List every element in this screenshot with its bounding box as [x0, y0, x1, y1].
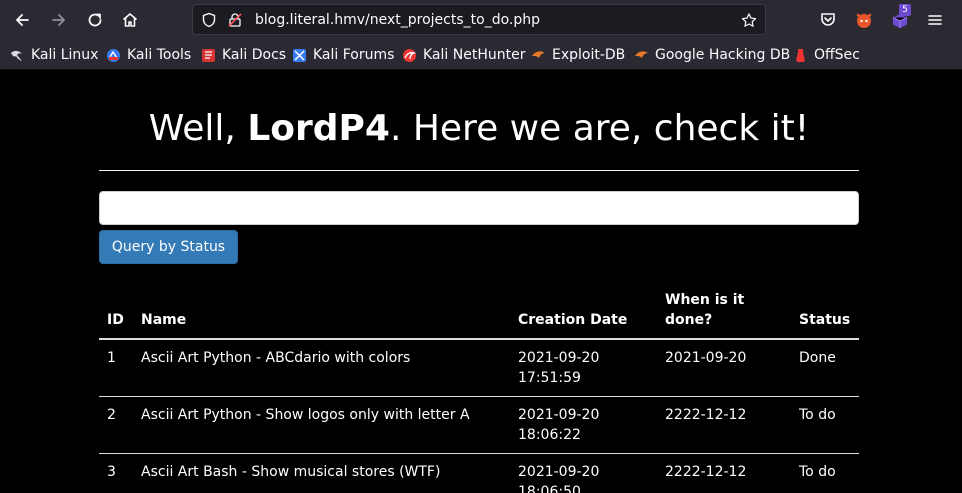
cell-creation-date: 2021-09-20 18:06:22	[510, 396, 657, 454]
cell-name: Ascii Art Python - ABCdario with colors	[133, 338, 510, 397]
extension-foxyproxy-button[interactable]	[853, 9, 875, 31]
kali-nethunter-icon	[402, 48, 417, 63]
query-by-status-button[interactable]: Query by Status	[99, 230, 238, 264]
username: LordP4	[247, 108, 390, 149]
back-button[interactable]	[10, 8, 34, 32]
cell-id: 1	[99, 338, 133, 397]
cell-name: Ascii Art Bash - Show musical stores (WT…	[133, 453, 510, 493]
kali-tools-icon	[106, 48, 121, 63]
cell-id: 3	[99, 453, 133, 493]
cell-status: To do	[791, 453, 859, 493]
shield-icon[interactable]	[201, 12, 217, 28]
kali-docs-icon	[201, 48, 216, 63]
kali-forums-icon	[292, 48, 307, 63]
pocket-icon	[821, 13, 835, 26]
bookmark-google-hacking-db[interactable]: Google Hacking DB	[634, 46, 790, 64]
home-icon	[122, 13, 138, 27]
projects-table: ID Name Creation Date When is it done? S…	[99, 282, 859, 493]
bookmark-exploit-db[interactable]: Exploit-DB	[531, 46, 625, 64]
cell-done-date: 2222-12-12	[657, 453, 791, 493]
url-bar[interactable]: blog.literal.hmv/next_projects_to_do.php	[192, 4, 766, 35]
column-header-id: ID	[99, 282, 133, 340]
forward-button[interactable]	[47, 8, 71, 32]
fox-extension-icon	[856, 13, 872, 28]
column-header-status: Status	[791, 282, 859, 340]
arrow-left-icon	[16, 14, 29, 26]
home-button[interactable]	[118, 8, 142, 32]
extension-badge: 5	[899, 4, 911, 16]
column-header-done-date: When is it done?	[657, 282, 791, 340]
bookmark-kali-linux[interactable]: Kali Linux	[10, 46, 98, 64]
reload-button[interactable]	[83, 8, 107, 32]
page-title: Well, LordP4. Here we are, check it!	[148, 108, 810, 149]
divider	[99, 170, 859, 171]
reload-icon	[88, 13, 102, 27]
table-row: 1 Ascii Art Python - ABCdario with color…	[99, 338, 859, 397]
cell-status: Done	[791, 338, 859, 397]
cell-creation-date: 2021-09-20 18:06:50	[510, 453, 657, 493]
arrow-right-icon	[52, 14, 65, 26]
table-row: 2 Ascii Art Python - Show logos only wit…	[99, 396, 859, 454]
cell-id: 2	[99, 396, 133, 454]
exploit-db-icon	[531, 48, 546, 63]
offsec-icon	[793, 48, 808, 63]
column-header-creation-date: Creation Date	[510, 282, 657, 340]
bookmark-kali-forums[interactable]: Kali Forums	[292, 46, 394, 64]
cell-status: To do	[791, 396, 859, 454]
bookmark-kali-nethunter[interactable]: Kali NetHunter	[402, 46, 525, 64]
bookmarks-toolbar: Kali Linux Kali Tools Kali Docs Kali For…	[0, 40, 962, 70]
kali-dragon-icon	[10, 48, 25, 63]
status-input[interactable]	[99, 191, 859, 225]
table-header-row: ID Name Creation Date When is it done? S…	[99, 282, 859, 340]
pocket-button[interactable]	[817, 9, 839, 31]
extension-button[interactable]: 5	[889, 4, 911, 31]
ghdb-icon	[634, 48, 649, 63]
cell-done-date: 2222-12-12	[657, 396, 791, 454]
insecure-lock-icon[interactable]	[227, 12, 243, 28]
bookmark-kali-tools[interactable]: Kali Tools	[106, 46, 191, 64]
hamburger-menu-icon	[928, 15, 942, 25]
url-text: blog.literal.hmv/next_projects_to_do.php	[255, 12, 541, 28]
app-menu-button[interactable]	[924, 9, 946, 31]
bookmark-star-icon[interactable]	[741, 12, 757, 28]
table-row: 3 Ascii Art Bash - Show musical stores (…	[99, 453, 859, 493]
bookmark-kali-docs[interactable]: Kali Docs	[201, 46, 286, 64]
browser-toolbar: blog.literal.hmv/next_projects_to_do.php…	[0, 0, 962, 40]
column-header-name: Name	[133, 282, 510, 340]
page-content: Well, LordP4. Here we are, check it! Que…	[0, 70, 962, 493]
cell-name: Ascii Art Python - Show logos only with …	[133, 396, 510, 454]
cell-done-date: 2021-09-20	[657, 338, 791, 397]
cell-creation-date: 2021-09-20 17:51:59	[510, 338, 657, 397]
bookmark-offsec[interactable]: OffSec	[793, 46, 860, 64]
